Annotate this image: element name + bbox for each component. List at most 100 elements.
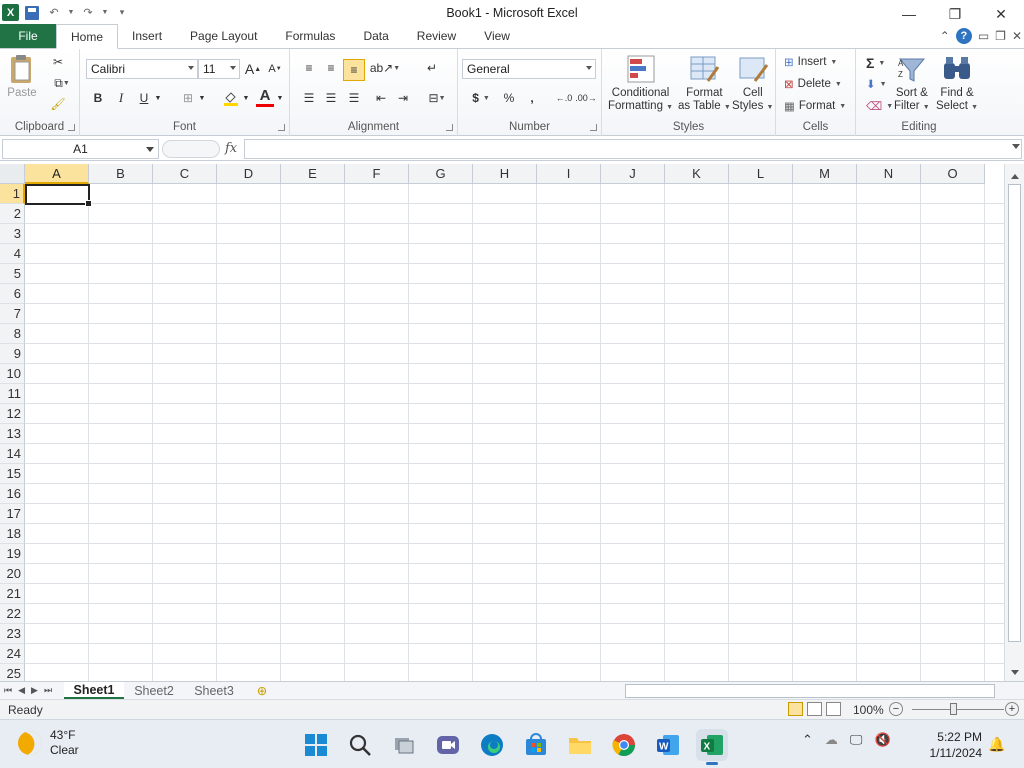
row-header[interactable]: 11 [0,384,25,404]
borders-icon[interactable]: ⊞ [180,89,196,107]
grow-font-icon[interactable]: A ▲ [244,59,262,79]
restore-icon[interactable]: ❐ [932,0,978,28]
onedrive-icon[interactable]: ☁ [825,732,838,748]
alignment-launcher-icon[interactable] [446,124,453,131]
increase-indent-icon[interactable]: ⇥ [394,89,412,107]
sheet-tab-sheet3[interactable]: Sheet3 [186,682,242,699]
conditional-formatting-button[interactable]: Conditional Formatting ▼ [608,53,673,114]
page-break-view-icon[interactable] [826,702,841,716]
row-header[interactable]: 7 [0,304,25,324]
tab-data[interactable]: Data [349,24,402,48]
column-header[interactable]: D [217,164,281,184]
percent-button[interactable]: % [500,89,518,107]
row-header[interactable]: 16 [0,484,25,504]
horizontal-scrollbar[interactable] [625,684,995,698]
row-header[interactable]: 21 [0,584,25,604]
autosum-button[interactable]: Σ ▼ [866,55,885,71]
fill-button[interactable]: ⬇ ▼ [866,77,887,91]
align-left-icon[interactable]: ☰ [300,89,318,107]
row-header[interactable]: 5 [0,264,25,284]
cell-styles-button[interactable]: Cell Styles ▼ [732,53,773,114]
column-header[interactable]: F [345,164,409,184]
column-header[interactable]: N [857,164,921,184]
column-header[interactable]: H [473,164,537,184]
chrome-icon[interactable] [608,729,640,761]
align-center-icon[interactable]: ☰ [322,89,340,107]
bottom-align-icon[interactable]: ≡ [343,59,365,81]
undo-icon[interactable]: ↶ [45,4,63,22]
show-hidden-icons[interactable]: ⌃ [802,732,813,748]
first-sheet-icon[interactable]: ⏮ [4,685,12,696]
row-header[interactable]: 18 [0,524,25,544]
row-header[interactable]: 2 [0,204,25,224]
network-icon[interactable]: 🖵 [850,732,863,748]
middle-align-icon[interactable]: ≡ [322,59,340,77]
row-header[interactable]: 6 [0,284,25,304]
column-header[interactable]: C [153,164,217,184]
zoom-out-icon[interactable]: − [889,702,903,716]
undo-dropdown-icon[interactable]: ▼ [67,4,75,22]
help-icon[interactable]: ? [955,28,972,44]
start-icon[interactable] [300,729,332,761]
row-header[interactable]: 3 [0,224,25,244]
merge-center-icon[interactable]: ⊟ ▼ [424,89,450,107]
row-header[interactable]: 12 [0,404,25,424]
volume-icon[interactable]: 🔇 [874,732,890,748]
decrease-indent-icon[interactable]: ⇤ [372,89,390,107]
sheet-tab-sheet2[interactable]: Sheet2 [126,682,182,699]
column-header[interactable]: L [729,164,793,184]
column-header[interactable]: A [25,164,89,184]
search-icon[interactable] [344,729,376,761]
file-explorer-icon[interactable] [564,729,596,761]
column-header[interactable]: G [409,164,473,184]
row-header[interactable]: 14 [0,444,25,464]
column-header[interactable]: I [537,164,601,184]
formula-bar-splitter[interactable] [162,140,220,158]
copy-icon[interactable]: ⧉ ▼ [50,76,74,90]
column-header[interactable]: K [665,164,729,184]
teams-icon[interactable] [432,729,464,761]
row-header[interactable]: 17 [0,504,25,524]
orientation-icon[interactable]: ab↗ ▼ [370,59,400,77]
last-sheet-icon[interactable]: ⏭ [44,685,52,696]
insert-cells-button[interactable]: ⊞ Insert ▼ [784,55,837,69]
excel-logo-icon[interactable]: X [2,4,19,21]
format-cells-button[interactable]: ▦ Format ▼ [784,99,846,113]
task-view-icon[interactable] [388,729,420,761]
vertical-scrollbar[interactable] [1004,164,1024,681]
number-launcher-icon[interactable] [590,124,597,131]
scroll-up-icon[interactable] [1011,174,1019,179]
select-all-corner[interactable] [0,164,25,184]
edge-icon[interactable] [476,729,508,761]
fill-color-icon[interactable] [222,89,240,107]
row-header[interactable]: 22 [0,604,25,624]
word-icon[interactable]: W [652,729,684,761]
delete-cells-button[interactable]: ⊠ Delete ▼ [784,77,842,91]
clipboard-launcher-icon[interactable] [68,124,75,131]
zoom-slider-track[interactable] [912,709,1004,710]
tab-file[interactable]: File [0,24,56,48]
row-header[interactable]: 10 [0,364,25,384]
font-launcher-icon[interactable] [278,124,285,131]
scroll-down-icon[interactable] [1011,670,1019,675]
row-header[interactable]: 19 [0,544,25,564]
minimize-icon[interactable]: — [886,0,932,28]
tab-insert[interactable]: Insert [118,24,176,48]
tab-home[interactable]: Home [56,24,119,49]
font-size-combo[interactable]: 11 [198,59,240,79]
column-header[interactable]: B [89,164,153,184]
row-header[interactable]: 23 [0,624,25,644]
increase-decimal-icon[interactable]: ←.0 [554,89,574,107]
zoom-in-icon[interactable]: + [1005,702,1019,716]
format-painter-icon[interactable]: 🖌 [50,97,66,111]
vertical-scroll-thumb[interactable] [1008,184,1021,642]
paste-button[interactable]: Paste [6,53,38,100]
column-header[interactable]: M [793,164,857,184]
redo-icon[interactable]: ↷ [79,4,97,22]
redo-dropdown-icon[interactable]: ▼ [101,4,109,22]
prev-sheet-icon[interactable]: ◀ [18,685,25,696]
row-header[interactable]: 13 [0,424,25,444]
active-cell[interactable] [25,184,92,207]
tab-formulas[interactable]: Formulas [271,24,349,48]
font-name-combo[interactable]: Calibri [86,59,198,79]
